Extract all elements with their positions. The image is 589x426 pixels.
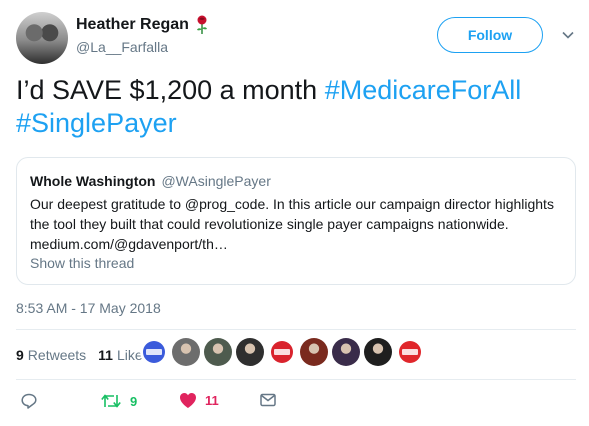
retweet-button[interactable]: 9	[100, 392, 137, 410]
tweet-body: I’d SAVE $1,200 a month	[16, 75, 325, 105]
quoted-tweet[interactable]: Whole Washington @WAsinglePayer Our deep…	[16, 157, 576, 285]
retweets-count: 9	[16, 347, 24, 363]
hashtag-medicareforall[interactable]: #MedicareForAll	[325, 75, 522, 105]
quoted-tweet-line: the tool they built that could revolutio…	[30, 216, 509, 232]
liker-avatar[interactable]	[268, 338, 296, 366]
reply-button[interactable]	[20, 392, 38, 410]
divider	[16, 329, 576, 330]
author-avatar[interactable]	[16, 12, 68, 64]
tweet-header: Heather Regan @La__Farfalla Follow	[16, 12, 576, 64]
author-handle[interactable]: @La__Farfalla	[76, 39, 168, 55]
liker-avatar[interactable]	[204, 338, 232, 366]
retweet-count: 9	[130, 393, 138, 409]
author-name[interactable]: Heather Regan	[76, 16, 189, 34]
liker-avatar[interactable]	[236, 338, 264, 366]
rose-icon	[196, 15, 207, 34]
direct-message-button[interactable]	[259, 392, 277, 408]
retweets-label: Retweets	[27, 347, 87, 363]
chevron-down-icon[interactable]	[561, 28, 575, 42]
quoted-author-handle: @WAsinglePayer	[161, 173, 271, 189]
hashtag-singlepayer[interactable]: #SinglePayer	[16, 108, 177, 138]
quoted-tweet-body: Our deepest gratitude to @prog_code. In …	[30, 194, 565, 254]
retweet-icon	[101, 394, 121, 408]
tweet-text: I’d SAVE $1,200 a month #MedicareForAll …	[16, 74, 576, 140]
show-thread-link[interactable]: Show this thread	[30, 255, 134, 271]
divider	[16, 379, 576, 380]
reply-icon	[21, 393, 37, 409]
quoted-tweet-header: Whole Washington @WAsinglePayer	[30, 173, 271, 189]
quoted-author-name: Whole Washington	[30, 173, 156, 189]
tweet-timestamp[interactable]: 8:53 AM - 17 May 2018	[16, 300, 161, 316]
quoted-tweet-link[interactable]: medium.com/@gdavenport/th…	[30, 234, 565, 254]
liker-avatar[interactable]	[300, 338, 328, 366]
heart-icon	[180, 393, 196, 408]
likes-count: 11	[98, 347, 113, 363]
envelope-icon	[260, 393, 276, 407]
like-button[interactable]: 11	[179, 392, 219, 409]
retweets-stat[interactable]: 9 Retweets	[16, 347, 86, 363]
liker-avatar[interactable]	[364, 338, 392, 366]
liker-avatar[interactable]	[396, 338, 424, 366]
liker-avatars	[140, 338, 424, 366]
author-name-row: Heather Regan	[76, 15, 209, 35]
liker-avatar[interactable]	[332, 338, 360, 366]
quoted-tweet-line: Our deepest gratitude to @prog_code. In …	[30, 196, 554, 212]
liker-avatar[interactable]	[140, 338, 168, 366]
like-count: 11	[205, 393, 219, 408]
liker-avatar[interactable]	[172, 338, 200, 366]
follow-button[interactable]: Follow	[437, 17, 543, 53]
tweet-actions: 9 11	[16, 392, 316, 412]
